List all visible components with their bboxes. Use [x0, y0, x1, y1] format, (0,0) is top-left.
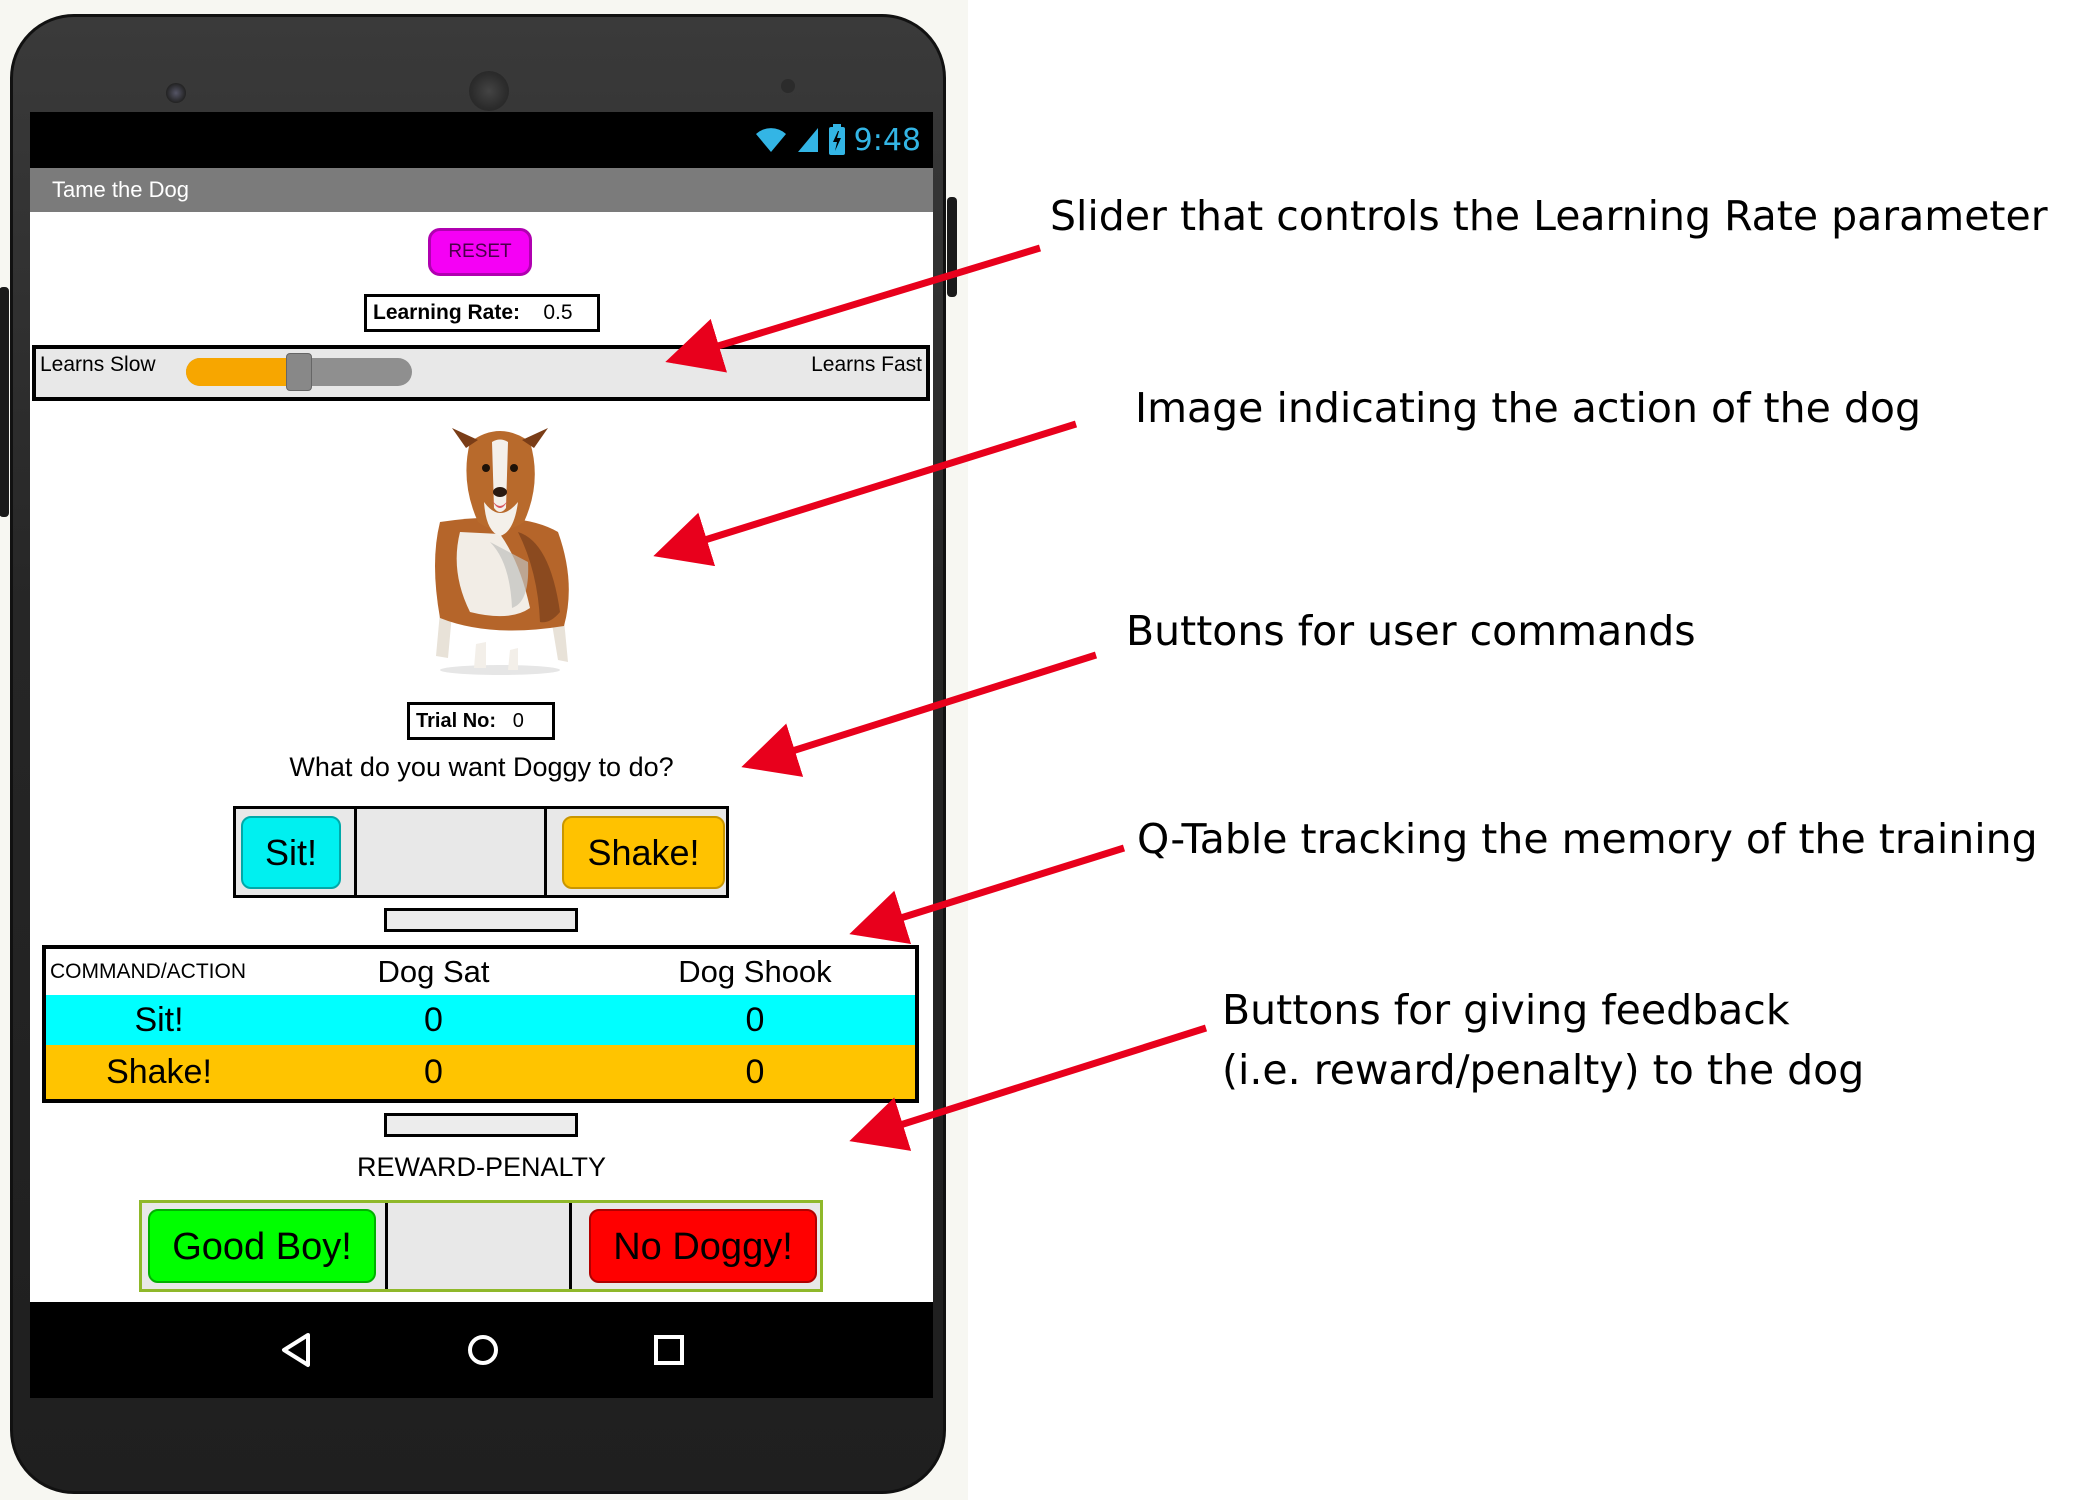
status-icons: 9:48: [754, 120, 921, 160]
feedback-buttons-row: Good Boy! No Doggy!: [139, 1200, 823, 1292]
trial-number-display: Trial No: 0: [407, 702, 555, 740]
recents-button[interactable]: [645, 1326, 693, 1374]
learning-rate-slider-row: Learns Slow Learns Fast: [32, 345, 930, 401]
app-title-bar: Tame the Dog: [30, 168, 933, 212]
good-boy-button[interactable]: Good Boy!: [148, 1209, 376, 1283]
annotation-feedback-line1: Buttons for giving feedback: [1222, 986, 1790, 1034]
earpiece-speaker: [469, 71, 509, 111]
phone-screen: 9:48 Tame the Dog RESET Learning Rate: 0…: [30, 112, 933, 1318]
learning-rate-display: Learning Rate: 0.5: [364, 294, 600, 332]
no-doggy-button[interactable]: No Doggy!: [589, 1209, 817, 1283]
shake-button[interactable]: Shake!: [562, 816, 725, 889]
q-table-row-command: Shake!: [106, 1052, 212, 1091]
android-nav-bar: [30, 1302, 933, 1398]
q-table-header-command: COMMAND/ACTION: [50, 960, 246, 983]
trial-number-label: Trial No:: [416, 710, 497, 732]
command-buttons-row: Sit! Shake!: [233, 806, 729, 898]
learning-rate-label: Learning Rate:: [373, 301, 521, 324]
q-table-header-dog-shook: Dog Shook: [678, 954, 832, 989]
annotation-feedback-line2: (i.e. reward/penalty) to the dog: [1222, 1046, 1865, 1094]
battery-icon: [828, 124, 845, 155]
q-table-row-command: Sit!: [134, 1000, 184, 1039]
slider-thumb[interactable]: [286, 353, 312, 391]
back-icon: [282, 1333, 310, 1367]
status-time: 9:48: [853, 122, 921, 158]
q-table-row: Sit! 0 0: [46, 995, 915, 1045]
reward-penalty-label: REWARD-PENALTY: [356, 1152, 607, 1182]
q-table-cell-dog-sat: 0: [424, 1000, 443, 1039]
command-prompt: What do you want Doggy to do?: [289, 752, 674, 782]
trial-number-value: 0: [512, 710, 524, 732]
slider-fill: [186, 358, 299, 386]
q-table-cell-dog-shook: 0: [745, 1052, 765, 1091]
slider-label-fast: Learns Fast: [811, 353, 922, 376]
learning-rate-slider[interactable]: [186, 353, 412, 391]
divider-box-top: [384, 908, 578, 932]
q-table-header-dog-sat: Dog Sat: [377, 954, 490, 989]
proximity-sensor: [781, 79, 795, 93]
annotation-commands: Buttons for user commands: [1126, 607, 1696, 655]
recents-icon: [654, 1335, 684, 1365]
annotation-slider: Slider that controls the Learning Rate p…: [1050, 192, 2048, 240]
q-table-cell-dog-sat: 0: [424, 1052, 443, 1091]
reset-button[interactable]: RESET: [428, 228, 532, 276]
phone-side-button-left: [0, 287, 9, 517]
q-table-header-row: COMMAND/ACTION Dog Sat Dog Shook: [46, 949, 915, 995]
q-table: COMMAND/ACTION Dog Sat Dog Shook Sit! 0 …: [42, 945, 919, 1103]
front-camera: [166, 83, 186, 103]
feedback-spacer: [385, 1203, 572, 1289]
wifi-icon: [755, 128, 786, 152]
dog-image: [435, 428, 569, 675]
home-button[interactable]: [459, 1326, 507, 1374]
back-button[interactable]: [272, 1326, 320, 1374]
q-table-row: Shake! 0 0: [46, 1045, 915, 1099]
signal-icon: [797, 128, 818, 152]
phone-side-button-right: [947, 197, 957, 297]
slider-label-slow: Learns Slow: [40, 353, 156, 376]
learning-rate-value: 0.5: [543, 301, 573, 324]
divider-box-bottom: [384, 1113, 578, 1137]
q-table-cell-dog-shook: 0: [745, 1000, 765, 1039]
sit-button[interactable]: Sit!: [241, 816, 341, 889]
home-icon: [468, 1335, 498, 1365]
annotation-image: Image indicating the action of the dog: [1135, 384, 1921, 432]
app-title: Tame the Dog: [52, 177, 189, 202]
status-bar: 9:48: [30, 112, 933, 168]
command-spacer: [354, 809, 547, 895]
annotation-qtable: Q-Table tracking the memory of the train…: [1137, 815, 2038, 863]
